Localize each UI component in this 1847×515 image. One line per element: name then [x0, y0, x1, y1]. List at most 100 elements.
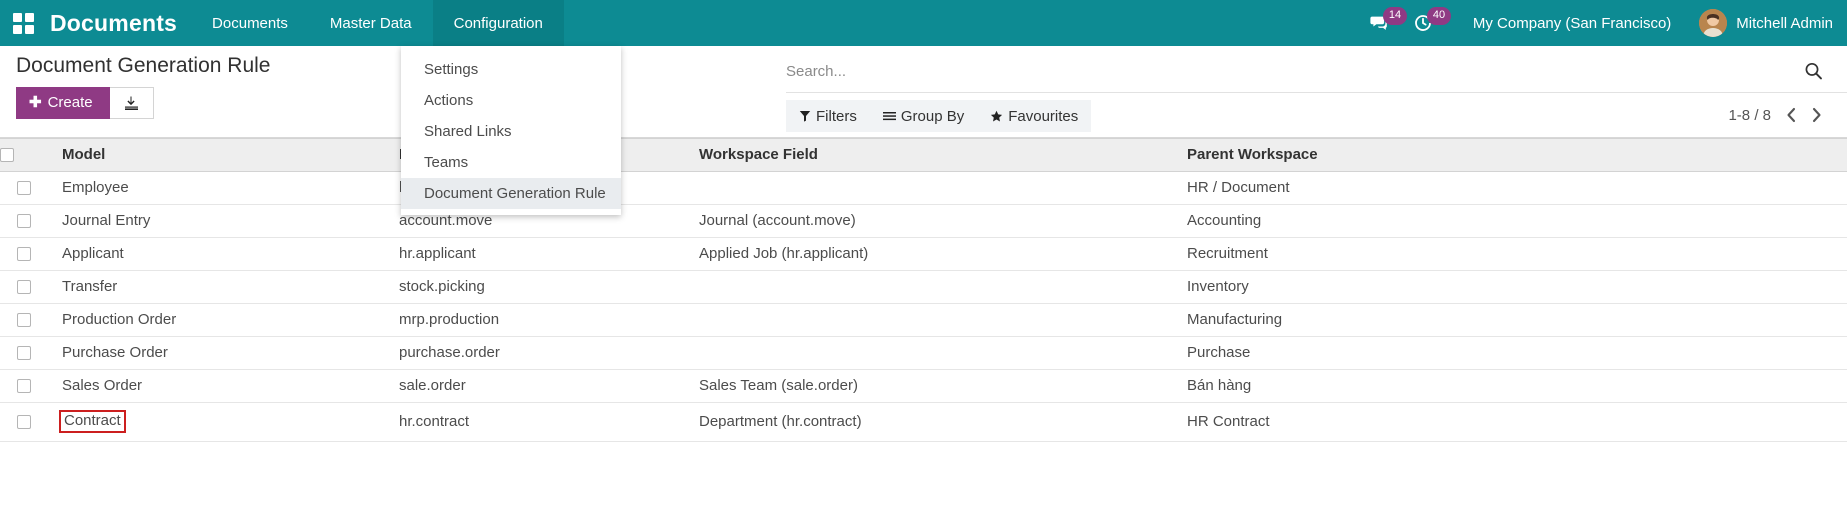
filters-button-label: Filters [816, 108, 857, 125]
column-header-workspace-field[interactable]: Workspace Field [684, 139, 1172, 172]
cell-parent-workspace[interactable]: Recruitment [1172, 238, 1847, 271]
dropdown-item-actions[interactable]: Actions [401, 85, 621, 116]
cell-parent-workspace-text: HR Contract [1172, 413, 1270, 430]
cell-parent-workspace[interactable]: Inventory [1172, 271, 1847, 304]
cell-model-technical-name[interactable]: hr.applicant [384, 238, 684, 271]
activities-button[interactable]: 40 [1407, 0, 1451, 46]
table-row[interactable]: Contract hr.contractDepartment (hr.contra… [0, 403, 1847, 442]
cell-parent-workspace[interactable]: HR Contract [1172, 403, 1847, 442]
apps-menu-button[interactable] [0, 0, 46, 46]
app-brand-documents[interactable]: Documents [46, 0, 191, 46]
cell-model-technical-name-text: purchase.order [384, 344, 500, 361]
cell-workspace-field[interactable]: Applied Job (hr.applicant) [684, 238, 1172, 271]
menu-item-documents[interactable]: Documents [191, 0, 309, 46]
cell-parent-workspace[interactable]: HR / Document [1172, 172, 1847, 205]
apps-grid-icon [13, 13, 34, 34]
cell-model-technical-name-text: stock.picking [384, 278, 485, 295]
search-input[interactable] [786, 63, 1486, 80]
table-header-row: Model Model Technical Name Workspace Fie… [0, 139, 1847, 172]
favourites-button[interactable]: Favourites [977, 100, 1091, 132]
select-all-checkbox[interactable] [0, 148, 14, 162]
create-button[interactable]: ✚ Create [16, 87, 110, 119]
table-row[interactable]: Employeehr.employeeHR / Document [0, 172, 1847, 205]
user-menu[interactable]: Mitchell Admin [1693, 9, 1833, 37]
cell-model[interactable]: Transfer [47, 271, 384, 304]
cell-model-text: Sales Order [47, 377, 142, 394]
dropdown-item-settings[interactable]: Settings [401, 54, 621, 85]
pager-previous-button[interactable] [1785, 107, 1797, 123]
cell-model-technical-name[interactable]: hr.contract [384, 403, 684, 442]
row-checkbox[interactable] [17, 346, 31, 360]
cell-model-technical-name-text: mrp.production [384, 311, 499, 328]
table-row[interactable]: Journal Entryaccount.moveJournal (accoun… [0, 205, 1847, 238]
cell-model[interactable]: Applicant [47, 238, 384, 271]
cell-model[interactable]: Sales Order [47, 370, 384, 403]
cell-workspace-field[interactable] [684, 172, 1172, 205]
messages-badge-count: 14 [1383, 7, 1407, 25]
cell-model-text: Transfer [47, 278, 117, 295]
messages-button[interactable]: 14 [1363, 0, 1407, 46]
table-row[interactable]: Purchase Order purchase.order Purchase [0, 337, 1847, 370]
cell-workspace-field[interactable] [684, 337, 1172, 370]
table-row[interactable]: Transfer stock.picking Inventory [0, 271, 1847, 304]
cell-model[interactable]: Production Order [47, 304, 384, 337]
row-select-cell [0, 205, 47, 238]
table-header: Model Model Technical Name Workspace Fie… [0, 139, 1847, 172]
cell-parent-workspace[interactable]: Bán hàng [1172, 370, 1847, 403]
cell-model-technical-name[interactable]: sale.order [384, 370, 684, 403]
cell-parent-workspace-text: Manufacturing [1172, 311, 1282, 328]
cell-parent-workspace[interactable]: Manufacturing [1172, 304, 1847, 337]
cell-model-technical-name-text: hr.applicant [384, 245, 476, 262]
cell-parent-workspace-text: Recruitment [1172, 245, 1268, 262]
cell-model-technical-name[interactable]: mrp.production [384, 304, 684, 337]
pager-next-button[interactable] [1811, 107, 1823, 123]
dropdown-item-shared-links[interactable]: Shared Links [401, 116, 621, 147]
control-panel-left: Document Generation Rule ✚ Create [16, 54, 270, 119]
table-row[interactable]: Production Ordermrp.production Manufactur… [0, 304, 1847, 337]
dropdown-item-document-generation-rule[interactable]: Document Generation Rule [401, 178, 621, 209]
row-checkbox[interactable] [17, 415, 31, 429]
group-by-button[interactable]: Group By [870, 100, 977, 132]
cell-model-technical-name[interactable]: purchase.order [384, 337, 684, 370]
cell-model-text: Purchase Order [47, 344, 168, 361]
cell-model[interactable]: Purchase Order [47, 337, 384, 370]
import-button[interactable] [110, 87, 154, 119]
cell-model[interactable]: Journal Entry [47, 205, 384, 238]
filters-button[interactable]: Filters [786, 100, 870, 132]
row-checkbox[interactable] [17, 280, 31, 294]
cell-workspace-field[interactable]: Department (hr.contract) [684, 403, 1172, 442]
dropdown-item-teams[interactable]: Teams [401, 147, 621, 178]
search-icon[interactable] [1804, 61, 1823, 80]
cell-workspace-field-text: Applied Job (hr.applicant) [684, 245, 868, 262]
highlight-box: Contract [59, 410, 126, 433]
row-checkbox[interactable] [17, 379, 31, 393]
table-row[interactable]: Sales Order sale.orderSales Team (sale.or… [0, 370, 1847, 403]
star-icon [990, 110, 1003, 123]
row-select-cell [0, 370, 47, 403]
column-header-model-label: Model [47, 146, 105, 163]
cell-parent-workspace-text: Inventory [1172, 278, 1249, 295]
row-checkbox[interactable] [17, 214, 31, 228]
row-checkbox[interactable] [17, 313, 31, 327]
cell-workspace-field[interactable]: Sales Team (sale.order) [684, 370, 1172, 403]
row-checkbox[interactable] [17, 247, 31, 261]
cell-model[interactable]: Contract [47, 403, 384, 442]
cell-model[interactable]: Employee [47, 172, 384, 205]
cell-parent-workspace[interactable]: Purchase [1172, 337, 1847, 370]
cell-parent-workspace[interactable]: Accounting [1172, 205, 1847, 238]
menu-item-master-data[interactable]: Master Data [309, 0, 433, 46]
cell-workspace-field[interactable]: Journal (account.move) [684, 205, 1172, 238]
cell-model-technical-name[interactable]: stock.picking [384, 271, 684, 304]
hamburger-icon [883, 110, 896, 122]
cell-parent-workspace-text: Accounting [1172, 212, 1261, 229]
records-table: Model Model Technical Name Workspace Fie… [0, 138, 1847, 442]
cell-workspace-field[interactable] [684, 271, 1172, 304]
control-panel-right: Filters Group By Favourites [786, 46, 1847, 137]
table-row[interactable]: Applicanthr.applicant Applied Job (hr.app… [0, 238, 1847, 271]
column-header-model[interactable]: Model [47, 139, 384, 172]
menu-item-configuration[interactable]: Configuration [433, 0, 564, 46]
company-switcher[interactable]: My Company (San Francisco) [1451, 15, 1693, 32]
cell-workspace-field[interactable] [684, 304, 1172, 337]
column-header-parent-workspace[interactable]: Parent Workspace [1172, 139, 1847, 172]
row-checkbox[interactable] [17, 181, 31, 195]
